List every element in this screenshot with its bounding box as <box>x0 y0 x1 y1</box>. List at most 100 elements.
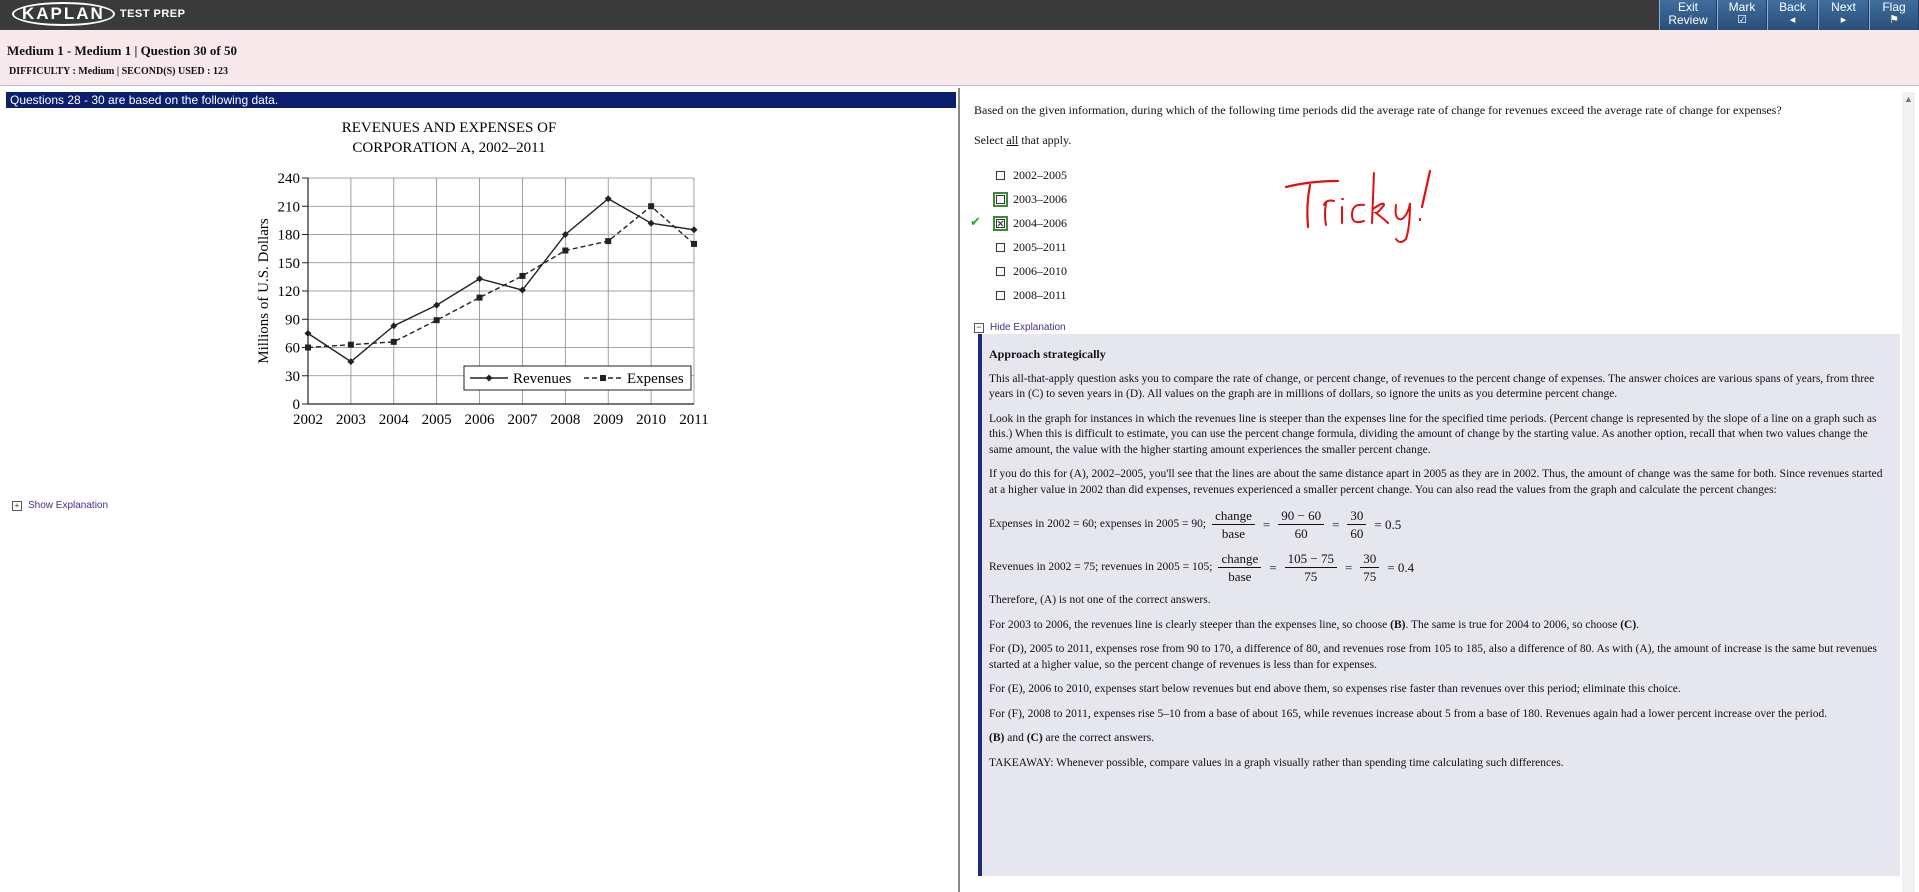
answer-checkbox[interactable] <box>996 242 1005 252</box>
fraction: 105 − 75 75 <box>1284 550 1337 585</box>
data-point-revenues <box>690 226 698 234</box>
x-tick-label: 2011 <box>679 412 708 428</box>
answer-c-ref: (C) <box>1026 732 1043 744</box>
answer-label: 2006–2010 <box>1013 263 1067 278</box>
answer-choice[interactable]: 2003–2006 <box>993 191 1067 207</box>
answer-choice[interactable]: 2005–2011 <box>996 239 1067 255</box>
x-tick-label: 2004 <box>379 412 410 428</box>
next-label: Next <box>1831 0 1856 14</box>
fraction: change base <box>1212 507 1255 542</box>
left-pane: Questions 28 - 30 are based on the follo… <box>0 88 960 892</box>
explanation-paragraph: For 2003 to 2006, the revenues line is c… <box>989 618 1890 634</box>
numerator: 30 <box>1347 507 1367 525</box>
answer-b-ref: (B) <box>1390 618 1406 631</box>
correct-check-icon: ✔ <box>970 215 981 230</box>
data-point-expenses <box>605 238 612 245</box>
legend-label-revenues: Revenues <box>513 371 571 387</box>
data-point-expenses <box>347 341 354 348</box>
numerator: 30 <box>1360 550 1380 568</box>
data-point-expenses <box>433 317 440 324</box>
hide-explanation-link[interactable]: − Hide Explanation <box>974 322 1066 333</box>
y-tick-label: 0 <box>293 397 301 413</box>
plus-icon: + <box>12 500 22 511</box>
series-line-expenses <box>307 205 695 349</box>
answer-b-ref: (B) <box>989 732 1005 744</box>
logo-subtitle: TEST PREP <box>119 8 186 20</box>
answer-label: 2002–2005 <box>1013 167 1067 182</box>
x-tick-label: 2010 <box>636 412 666 428</box>
revenues-expenses-chart: REVENUES AND EXPENSES OF CORPORATION A, 2… <box>256 120 709 428</box>
show-explanation-label: Show Explanation <box>28 500 109 511</box>
numerator: change <box>1212 507 1255 525</box>
y-tick-label: 120 <box>278 284 301 300</box>
text-run: . <box>1636 618 1640 631</box>
x-tick-label: 2003 <box>336 412 366 428</box>
answer-checkbox[interactable] <box>996 290 1005 300</box>
data-point-expenses <box>648 203 655 210</box>
y-tick-label: 30 <box>285 369 300 385</box>
select-suffix: that apply. <box>1018 133 1072 147</box>
text-run: . The same is true for 2004 to 2006, so … <box>1405 618 1621 631</box>
answer-checkbox[interactable] <box>993 191 1008 207</box>
chart-title: REVENUES AND EXPENSES OF <box>342 120 557 136</box>
flag-button[interactable]: Flag ⚑ <box>1869 0 1919 30</box>
explanation-paragraph: For (F), 2008 to 2011, expenses rise 5–1… <box>989 707 1828 720</box>
data-point-revenues <box>433 301 441 309</box>
y-tick-label: 210 <box>278 199 301 215</box>
back-label: Back <box>1779 0 1806 14</box>
exit-review-button[interactable]: Exit Review <box>1659 0 1717 30</box>
answer-label: 2003–2006 <box>1013 191 1067 206</box>
show-explanation-link[interactable]: + Show Explanation <box>12 500 108 511</box>
explanation-paragraph: If you do this for (A), 2002–2005, you'l… <box>989 468 1883 496</box>
answer-choice[interactable]: 2006–2010 <box>996 263 1067 279</box>
mark-label: Mark <box>1728 0 1756 14</box>
answer-choice[interactable]: 2008–2011 <box>996 287 1067 303</box>
kaplan-logo: KAPLAN TEST PREP <box>12 2 185 26</box>
text-run: are the correct answers. <box>1042 732 1155 744</box>
x-tick-label: 2007 <box>507 412 538 428</box>
denominator: base <box>1221 526 1246 541</box>
series-line-revenues <box>307 197 695 363</box>
arrow-right-icon: ▸ <box>1840 14 1847 26</box>
answer-checkbox[interactable] <box>996 266 1005 276</box>
x-tick-label: 2002 <box>293 412 323 428</box>
handwritten-annotation <box>1284 169 1432 243</box>
y-tick-label: 60 <box>285 341 300 357</box>
difficulty-info: DIFFICULTY : Medium | SECOND(S) USED : 1… <box>9 66 228 77</box>
data-point-expenses <box>519 272 526 279</box>
denominator: 60 <box>1350 526 1364 541</box>
flag-icon: ⚑ <box>1889 14 1899 26</box>
minus-icon: − <box>974 322 984 333</box>
vertical-scrollbar[interactable]: ▲ <box>1902 92 1915 892</box>
fraction: 90 − 60 60 <box>1278 507 1325 542</box>
select-instruction: Select all that apply. <box>974 133 1071 148</box>
text-run: and <box>1004 732 1027 744</box>
y-tick-label: 90 <box>285 312 300 328</box>
back-button[interactable]: Back ◂ <box>1767 0 1818 30</box>
explanation-paragraph: Look in the graph for instances in which… <box>989 412 1877 456</box>
y-tick-label: 150 <box>278 256 301 272</box>
revenues-equation: Revenues in 2002 = 75; revenues in 2005 … <box>989 550 1415 585</box>
explanation-heading: Approach strategically <box>989 347 1106 361</box>
scroll-up-arrow-icon[interactable]: ▲ <box>1902 92 1915 106</box>
flag-label: Flag <box>1882 0 1906 14</box>
questions-bar: Questions 28 - 30 are based on the follo… <box>6 92 956 108</box>
next-button[interactable]: Next ▸ <box>1818 0 1869 30</box>
answer-choice[interactable]: 2002–2005 <box>996 167 1067 183</box>
answer-c-ref: (C) <box>1620 618 1637 631</box>
data-point-expenses <box>691 240 697 247</box>
hide-explanation-label: Hide Explanation <box>990 322 1066 333</box>
data-point-expenses <box>305 344 311 351</box>
answer-checkbox[interactable] <box>996 170 1005 180</box>
explanation-paragraph: For (E), 2006 to 2010, expenses start be… <box>989 683 1681 695</box>
answer-label: 2005–2011 <box>1013 239 1067 254</box>
y-tick-label: 180 <box>278 228 301 244</box>
arrow-left-icon: ◂ <box>1789 14 1796 26</box>
denominator: 60 <box>1294 526 1308 541</box>
answer-choice[interactable]: ✔ 2004–2006 <box>970 215 1067 231</box>
numerator: 90 − 60 <box>1278 507 1325 525</box>
y-tick-label: 240 <box>278 171 301 187</box>
data-point-revenues <box>476 275 484 283</box>
answer-checkbox[interactable] <box>993 215 1008 231</box>
mark-button[interactable]: Mark ☑ <box>1717 0 1767 30</box>
